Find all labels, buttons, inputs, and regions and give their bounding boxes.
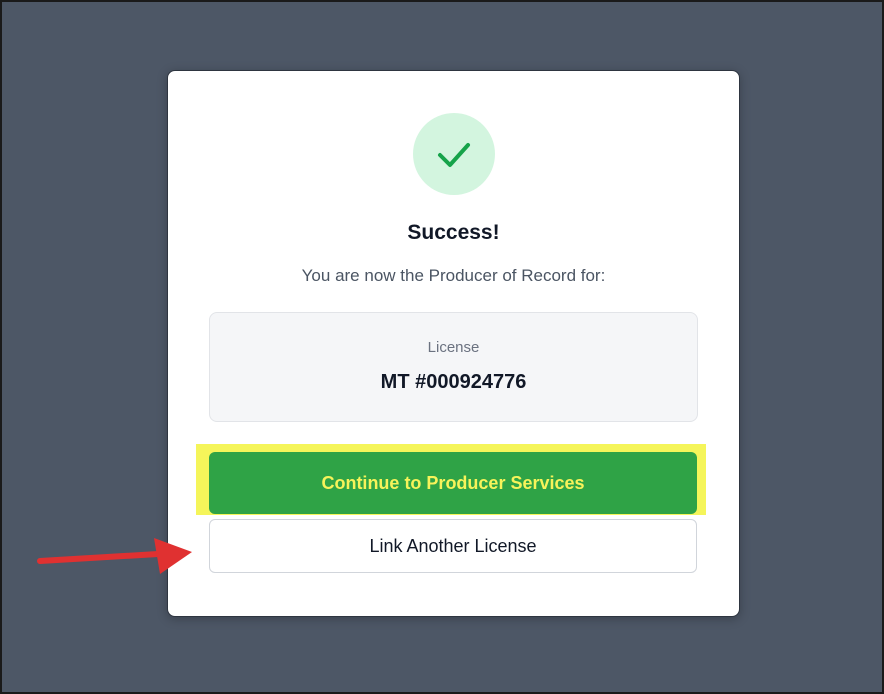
success-badge	[413, 113, 495, 195]
license-label: License	[427, 339, 480, 356]
dialog-subtitle: You are now the Producer of Record for:	[301, 266, 606, 285]
link-another-license-button[interactable]: Link Another License	[209, 519, 697, 573]
continue-to-producer-services-button[interactable]: Continue to Producer Services	[209, 452, 697, 514]
check-icon	[438, 143, 470, 167]
license-card: License MT #000924776	[209, 312, 698, 422]
license-number: MT #000924776	[380, 371, 527, 393]
arrow-right-icon	[37, 538, 192, 574]
dialog-title: Success!	[407, 221, 500, 244]
